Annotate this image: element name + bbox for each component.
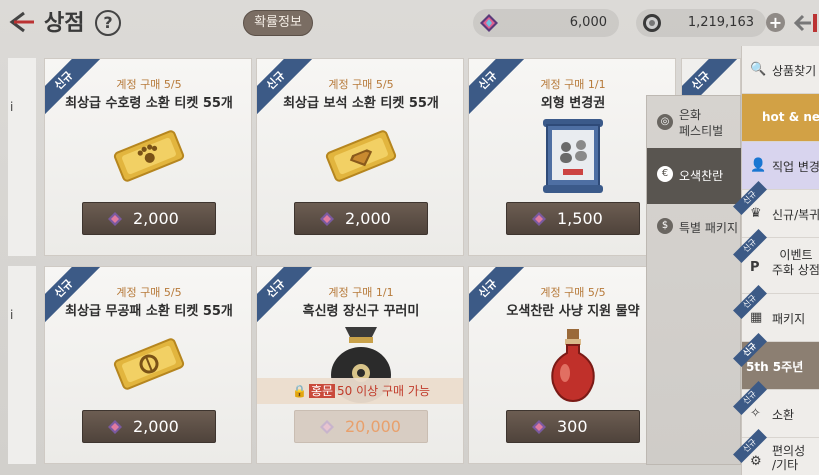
sidebar-label: 신규/복귀 xyxy=(772,208,819,222)
appearance-scroll-icon xyxy=(543,119,603,193)
sidebar-label: hot & new xyxy=(762,110,819,124)
question-circle-icon[interactable]: ? xyxy=(95,10,121,36)
product-name: 최상급 무공패 소환 티켓 55개 xyxy=(65,304,233,319)
red-potion-icon xyxy=(551,329,595,403)
submenu-item-silver-festival[interactable]: ◎ 은화 페스티벌 xyxy=(647,96,742,152)
summon-icon: ✧ xyxy=(750,406,761,421)
buy-button-disabled: 20,000 xyxy=(294,410,428,443)
requirement-tag: 홍문 xyxy=(308,384,336,398)
sidebar-item-hot-new[interactable]: hot & new xyxy=(742,94,819,142)
product-card[interactable]: 신규 계정 구매 5/5 최상급 보석 소환 티켓 55개 2,000 xyxy=(256,58,464,256)
gold-paw-ticket-icon xyxy=(113,130,185,182)
product-name: 최상급 수호령 소환 티켓 55개 xyxy=(65,96,233,111)
product-card[interactable]: 신규 계정 구매 1/1 흑신령 장신구 꾸러미 🔒 홍문 50 이상 구매 가능 … xyxy=(256,266,464,464)
submenu-label: 은화 페스티벌 xyxy=(679,108,724,138)
sidebar-label: 소환 xyxy=(772,408,795,422)
crown-icon: ♛ xyxy=(750,206,762,221)
purchase-limit: 계정 구매 5/5 xyxy=(328,78,394,91)
sidebar-label: 편의성 /기타 xyxy=(772,444,806,472)
buy-button[interactable]: 2,000 xyxy=(82,410,216,443)
purchase-limit: 계정 구매 5/5 xyxy=(116,78,182,91)
buy-button[interactable]: 2,000 xyxy=(294,202,428,235)
gem-currency: 6,000 xyxy=(473,9,619,37)
purchase-limit: 계정 구매 5/5 xyxy=(116,286,182,299)
sidebar-item-summon[interactable]: 신규 ✧ 소환 xyxy=(733,381,819,438)
purchase-requirement-bar: 🔒 홍문 50 이상 구매 가능 xyxy=(257,378,463,404)
category-sidebar: 🔍 상품찾기 hot & new 👤 직업 변경 신규 ♛ 신규/복귀 신규 P… xyxy=(733,46,819,475)
buy-button[interactable]: 300 xyxy=(506,410,640,443)
product-card[interactable]: 신규 계정 구매 1/1 외형 변경권 1,500 xyxy=(468,58,676,256)
buy-button[interactable]: 1,500 xyxy=(506,202,640,235)
product-name: 흑신령 장신구 꾸러미 xyxy=(302,304,420,319)
probability-info-button[interactable]: 확률정보 xyxy=(243,10,313,36)
price-value: 20,000 xyxy=(345,417,401,436)
sidebar-label: 5th 5주년 xyxy=(746,360,804,374)
silver-coin-icon xyxy=(643,14,661,32)
requirement-text: 50 이상 구매 가능 xyxy=(337,384,430,398)
partial-card-label: i xyxy=(10,308,14,322)
partial-card-left-bottom[interactable]: i xyxy=(8,266,36,464)
sidebar-item-new-return[interactable]: 신규 ♛ 신규/복귀 xyxy=(733,181,819,238)
package-icon: ▦ xyxy=(750,310,763,325)
gear-icon: ⚙ xyxy=(750,454,762,469)
purchase-limit: 계정 구매 1/1 xyxy=(328,286,394,299)
sidebar-label: 이벤트 주화 상점 xyxy=(772,248,819,277)
colorful-gem-icon xyxy=(480,14,498,32)
category-submenu: ◎ 은화 페스티벌 € 오색찬란 $ 특별 패키지 xyxy=(646,95,742,465)
colorful-gem-icon xyxy=(320,212,334,226)
sidebar-item-package[interactable]: 신규 ▦ 패키지 xyxy=(733,285,819,342)
coin-icon: ◎ xyxy=(657,114,673,130)
add-currency-icon[interactable]: + xyxy=(766,13,785,32)
sidebar-label: 상품찾기 xyxy=(772,64,817,78)
gem-amount: 6,000 xyxy=(569,15,607,30)
sidebar-label: 패키지 xyxy=(772,312,806,326)
product-name: 외형 변경권 xyxy=(540,96,606,111)
lock-icon: 🔒 xyxy=(291,384,307,398)
person-icon: 👤 xyxy=(750,158,767,173)
sidebar-item-event-shop[interactable]: 신규 P 이벤트 주화 상점 xyxy=(733,229,819,294)
sidebar-item-search[interactable]: 🔍 상품찾기 xyxy=(742,46,819,94)
price-value: 1,500 xyxy=(557,209,603,228)
partial-card-label: i xyxy=(10,100,14,114)
submenu-item-rainbow[interactable]: € 오색찬란 xyxy=(647,148,742,204)
product-name: 오색찬란 사냥 지원 물약 xyxy=(506,304,640,319)
sidebar-item-5th-anniversary[interactable]: 신규 5th 5주년 xyxy=(733,333,819,390)
product-name: 최상급 보석 소환 티켓 55개 xyxy=(283,96,439,111)
top-bar: 상점 ? 확률정보 6,000 1,219,163 + xyxy=(0,0,819,46)
price-value: 2,000 xyxy=(133,209,179,228)
page-title: 상점 xyxy=(44,11,85,36)
submenu-item-special-package[interactable]: $ 특별 패키지 xyxy=(647,200,742,256)
sidebar-item-convenience[interactable]: 신규 ⚙ 편의성 /기타 xyxy=(733,429,819,475)
price-value: 2,000 xyxy=(133,417,179,436)
gold-jewel-ticket-icon xyxy=(325,130,397,182)
purchase-limit: 계정 구매 1/1 xyxy=(540,78,606,91)
colorful-gem-icon xyxy=(108,420,122,434)
submenu-label: 특별 패키지 xyxy=(679,221,739,235)
product-card[interactable]: 신규 계정 구매 5/5 최상급 수호령 소환 티켓 55개 2,000 xyxy=(44,58,252,256)
coin-amount: 1,219,163 xyxy=(687,15,754,30)
back-arrow-icon[interactable] xyxy=(6,9,36,35)
colorful-gem-icon xyxy=(320,420,334,434)
partial-card-left-top[interactable]: i xyxy=(8,58,36,256)
sidebar-label: 직업 변경 xyxy=(772,160,819,174)
gem-bag-icon: € xyxy=(657,166,673,182)
colorful-gem-icon xyxy=(108,212,122,226)
p-coin-icon: P xyxy=(750,260,760,275)
product-card[interactable]: 신규 계정 구매 5/5 최상급 무공패 소환 티켓 55개 2,000 xyxy=(44,266,252,464)
package-coin-icon: $ xyxy=(657,218,673,234)
colorful-gem-icon xyxy=(532,212,546,226)
product-card[interactable]: 신규 계정 구매 5/5 오색찬란 사냥 지원 물약 300 xyxy=(468,266,676,464)
buy-button[interactable]: 2,000 xyxy=(82,202,216,235)
price-value: 300 xyxy=(557,417,588,436)
price-value: 2,000 xyxy=(345,209,391,228)
gold-plaque-ticket-icon xyxy=(113,338,185,390)
colorful-gem-icon xyxy=(532,420,546,434)
exit-icon[interactable] xyxy=(793,12,819,34)
submenu-label: 오색찬란 xyxy=(679,169,724,183)
purchase-limit: 계정 구매 5/5 xyxy=(540,286,606,299)
sidebar-item-job-change[interactable]: 👤 직업 변경 xyxy=(742,142,819,190)
coin-currency: 1,219,163 xyxy=(636,9,766,37)
search-icon: 🔍 xyxy=(750,62,767,77)
